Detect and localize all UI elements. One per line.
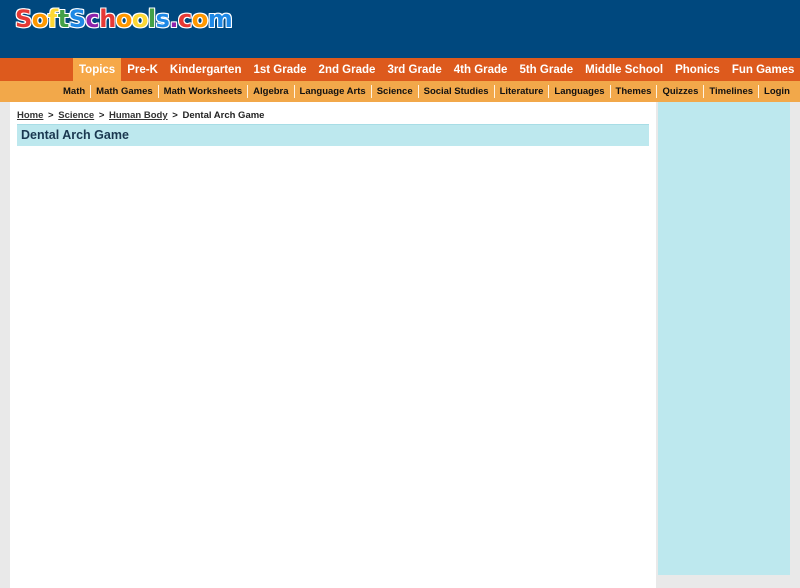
logo-letter: s — [155, 5, 170, 33]
logo-letter: S — [15, 5, 32, 33]
nav-primary-2nd-grade[interactable]: 2nd Grade — [313, 58, 382, 81]
logo-letter: o — [31, 5, 49, 33]
logo-letter: l — [147, 5, 156, 33]
nav-secondary-social-studies[interactable]: Social Studies — [417, 85, 494, 98]
breadcrumb-human-body-link[interactable]: Human Body — [109, 110, 168, 121]
logo-letter: o — [191, 5, 209, 33]
breadcrumb-separator: > — [48, 110, 54, 121]
nav-secondary-algebra[interactable]: Algebra — [247, 85, 293, 98]
logo-letter: m — [207, 5, 233, 33]
site-header: SoftSchools.com — [0, 0, 800, 58]
breadcrumb-science-link[interactable]: Science — [58, 110, 94, 121]
nav-secondary-math-worksheets[interactable]: Math Worksheets — [157, 85, 247, 98]
nav-secondary-languages[interactable]: Languages — [548, 85, 609, 98]
breadcrumb-separator: > — [98, 110, 105, 121]
breadcrumb-current: Dental Arch Game — [182, 110, 265, 121]
breadcrumb-home-link[interactable]: Home — [17, 110, 43, 121]
nav-secondary-timelines[interactable]: Timelines — [703, 85, 758, 98]
page-title: Dental Arch Game — [21, 128, 129, 142]
nav-secondary-literature[interactable]: Literature — [493, 85, 549, 98]
softschools-logo[interactable]: SoftSchools.com — [15, 4, 233, 34]
main-content: Home > Science > Human Body > Dental Arc… — [10, 102, 656, 588]
secondary-nav: Math Math Games Math Worksheets Algebra Lang… — [0, 81, 800, 102]
nav-secondary-login[interactable]: Login — [758, 85, 795, 98]
nav-primary-fun-games[interactable]: Fun Games — [726, 58, 800, 81]
logo-letter: f — [47, 5, 58, 33]
nav-primary-5th-grade[interactable]: 5th Grade — [513, 58, 579, 81]
logo-letter: t — [57, 5, 69, 33]
nav-secondary-science[interactable]: Science — [370, 85, 418, 98]
nav-secondary-math-games[interactable]: Math Games — [90, 85, 158, 98]
nav-primary-4th-grade[interactable]: 4th Grade — [448, 58, 514, 81]
nav-primary-kindergarten[interactable]: Kindergarten — [164, 58, 248, 81]
logo-letter: . — [169, 5, 179, 33]
nav-primary-topics[interactable]: Topics — [73, 58, 122, 81]
breadcrumb: Home > Science > Human Body > Dental Arc… — [17, 110, 264, 121]
page-title-bar: Dental Arch Game — [17, 124, 649, 146]
logo-letter: c — [85, 5, 100, 33]
logo-letter: c — [178, 5, 192, 33]
primary-nav: Topics Pre-K Kindergarten 1st Grade 2nd Grad… — [0, 58, 800, 81]
right-sidebar — [658, 102, 790, 575]
nav-primary-phonics[interactable]: Phonics — [669, 58, 726, 81]
logo-letter: h — [99, 5, 116, 33]
nav-secondary-language-arts[interactable]: Language Arts — [293, 85, 371, 98]
nav-secondary-math[interactable]: Math — [58, 85, 90, 98]
nav-secondary-themes[interactable]: Themes — [609, 85, 657, 98]
nav-primary-pre-k[interactable]: Pre-K — [121, 58, 164, 81]
breadcrumb-separator: > — [172, 110, 178, 121]
nav-primary-1st-grade[interactable]: 1st Grade — [247, 58, 312, 81]
logo-letter: S — [68, 5, 86, 33]
logo-letter: o — [115, 5, 133, 33]
nav-secondary-quizzes[interactable]: Quizzes — [656, 85, 703, 98]
nav-primary-3rd-grade[interactable]: 3rd Grade — [381, 58, 447, 81]
logo-letter: o — [131, 5, 149, 33]
nav-primary-middle-school[interactable]: Middle School — [579, 58, 669, 81]
